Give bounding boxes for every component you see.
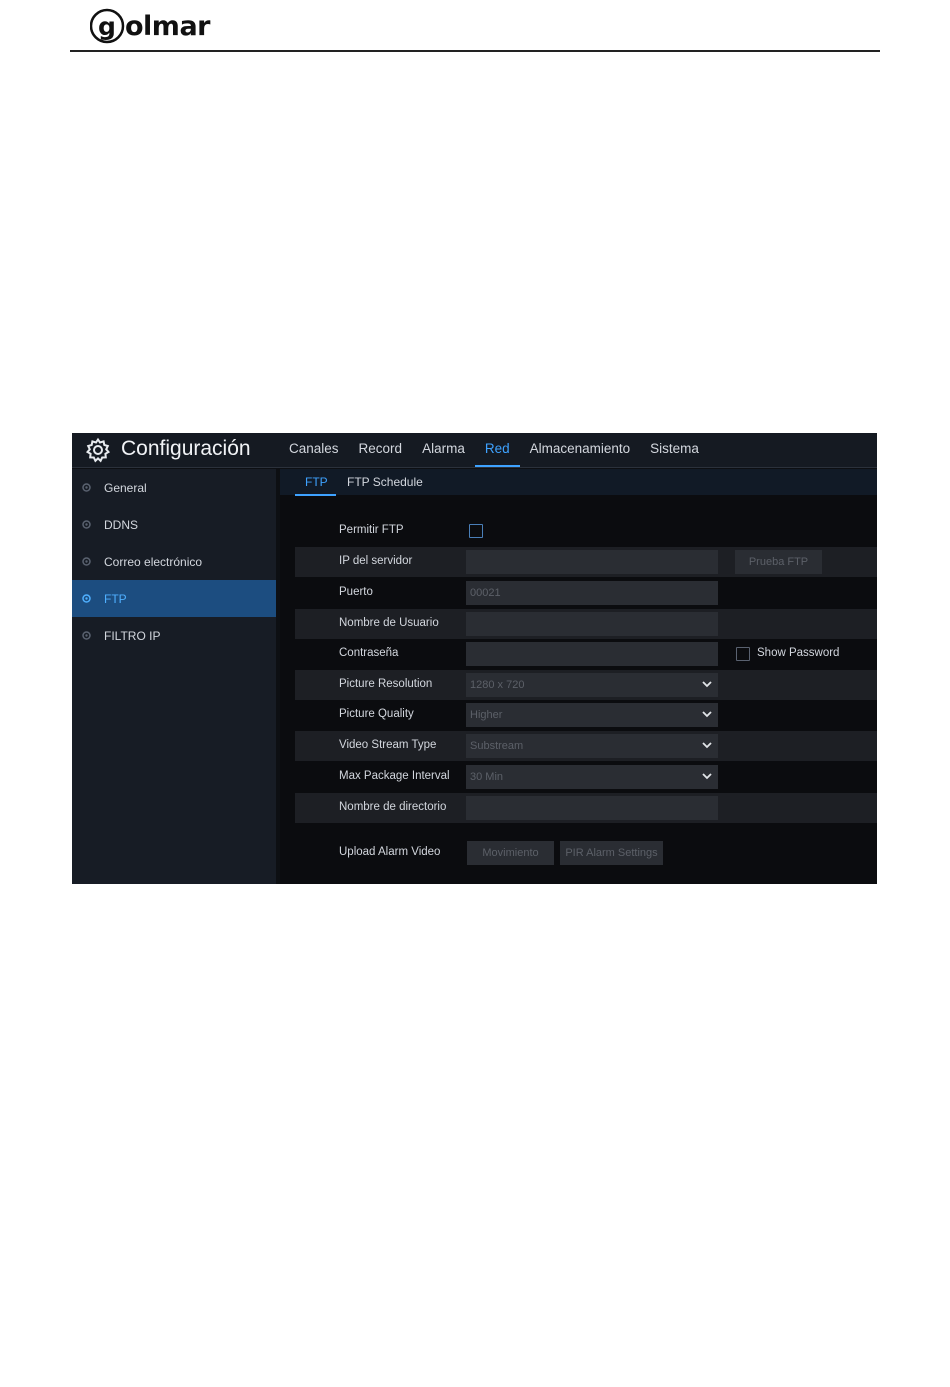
chevron-down-icon <box>702 681 712 688</box>
bullet-icon <box>82 520 91 529</box>
port-label: Puerto <box>339 586 373 598</box>
tab-canales[interactable]: Canales <box>279 433 349 467</box>
max-package-interval-label: Max Package Interval <box>339 770 450 782</box>
sidebar: General DDNS Correo electrónico FTP FILT… <box>72 469 276 884</box>
video-stream-type-row: Video Stream Type Substream <box>295 731 877 761</box>
picture-resolution-row: Picture Resolution 1280 x 720 <box>295 670 877 700</box>
tab-ftp[interactable]: FTP <box>295 469 336 496</box>
bullet-icon <box>82 631 91 640</box>
pir-alarm-settings-button[interactable]: PIR Alarm Settings <box>560 841 663 865</box>
golmar-logo: g olmar <box>90 6 210 46</box>
username-label: Nombre de Usuario <box>339 617 439 629</box>
tab-red[interactable]: Red <box>474 433 520 467</box>
password-row: Contraseña Show Password <box>295 639 877 669</box>
logo-text: olmar <box>125 10 210 42</box>
show-password-label: Show Password <box>757 647 840 659</box>
gear-icon <box>85 437 111 463</box>
video-stream-type-select[interactable]: Substream <box>466 734 718 758</box>
sidebar-item-filtro-ip[interactable]: FILTRO IP <box>72 617 276 654</box>
password-label: Contraseña <box>339 647 399 659</box>
enable-ftp-label: Permitir FTP <box>339 524 404 536</box>
picture-resolution-label: Picture Resolution <box>339 678 433 690</box>
server-ip-input[interactable] <box>466 550 718 574</box>
page-title: Configuración <box>121 437 251 460</box>
bullet-icon <box>82 594 91 603</box>
sidebar-item-label: FTP <box>104 591 127 606</box>
password-input[interactable] <box>466 642 718 666</box>
chevron-down-icon <box>702 742 712 749</box>
logo-mark-icon: g <box>90 8 125 44</box>
server-ip-label: IP del servidor <box>339 555 413 567</box>
bullet-icon <box>82 557 91 566</box>
upload-alarm-video-row: Upload Alarm Video Movimiento PIR Alarm … <box>295 837 877 867</box>
tab-record[interactable]: Record <box>349 433 413 467</box>
content-panel: FTP FTP Schedule Permitir FTP IP del ser… <box>280 469 877 884</box>
tab-alarma[interactable]: Alarma <box>412 433 475 467</box>
video-stream-type-label: Video Stream Type <box>339 739 437 751</box>
main-nav: Canales Record Alarma Red Almacenamiento… <box>279 433 709 467</box>
enable-ftp-checkbox[interactable] <box>469 524 483 538</box>
picture-quality-select[interactable]: Higher <box>466 703 718 727</box>
chevron-down-icon <box>702 711 712 718</box>
show-password-checkbox[interactable] <box>736 647 750 661</box>
sidebar-item-ddns[interactable]: DDNS <box>72 506 276 543</box>
sidebar-item-label: FILTRO IP <box>104 628 161 643</box>
port-row: Puerto 00021 <box>295 578 877 608</box>
bullet-icon <box>82 483 91 492</box>
directory-name-label: Nombre de directorio <box>339 801 447 813</box>
picture-quality-value: Higher <box>470 709 503 721</box>
ftp-test-button[interactable]: Prueba FTP <box>735 550 822 574</box>
picture-resolution-select[interactable]: 1280 x 720 <box>466 673 718 697</box>
dvr-config-window: Configuración Canales Record Alarma Red … <box>72 433 877 884</box>
picture-quality-label: Picture Quality <box>339 708 414 720</box>
directory-name-row: Nombre de directorio <box>295 793 877 823</box>
document-header: g olmar <box>70 4 880 52</box>
upload-alarm-video-label: Upload Alarm Video <box>339 846 441 858</box>
tab-ftp-schedule[interactable]: FTP Schedule <box>347 469 423 495</box>
tab-almacenamiento[interactable]: Almacenamiento <box>520 433 641 467</box>
max-package-interval-select[interactable]: 30 Min <box>466 765 718 789</box>
sidebar-item-label: Correo electrónico <box>104 554 203 569</box>
sidebar-item-general[interactable]: General <box>72 469 276 506</box>
sub-tabs: FTP FTP Schedule <box>280 469 877 496</box>
server-ip-row: IP del servidor Prueba FTP <box>295 547 877 577</box>
username-row: Nombre de Usuario <box>295 609 877 639</box>
video-stream-type-value: Substream <box>470 740 524 752</box>
sidebar-item-label: DDNS <box>104 517 139 532</box>
port-input[interactable]: 00021 <box>466 581 718 605</box>
max-package-interval-value: 30 Min <box>470 771 504 783</box>
username-input[interactable] <box>466 612 718 636</box>
sidebar-item-label: General <box>104 480 147 495</box>
top-bar: Configuración Canales Record Alarma Red … <box>72 433 877 468</box>
sidebar-item-ftp[interactable]: FTP <box>72 580 276 617</box>
chevron-down-icon <box>702 773 712 780</box>
max-package-interval-row: Max Package Interval 30 Min <box>295 762 877 792</box>
picture-resolution-value: 1280 x 720 <box>470 679 525 691</box>
enable-ftp-row: Permitir FTP <box>295 516 877 546</box>
picture-quality-row: Picture Quality Higher <box>295 700 877 730</box>
svg-text:g: g <box>98 12 116 41</box>
tab-sistema[interactable]: Sistema <box>640 433 709 467</box>
sidebar-item-correo[interactable]: Correo electrónico <box>72 543 276 580</box>
motion-button[interactable]: Movimiento <box>467 841 554 865</box>
directory-name-input[interactable] <box>466 796 718 820</box>
